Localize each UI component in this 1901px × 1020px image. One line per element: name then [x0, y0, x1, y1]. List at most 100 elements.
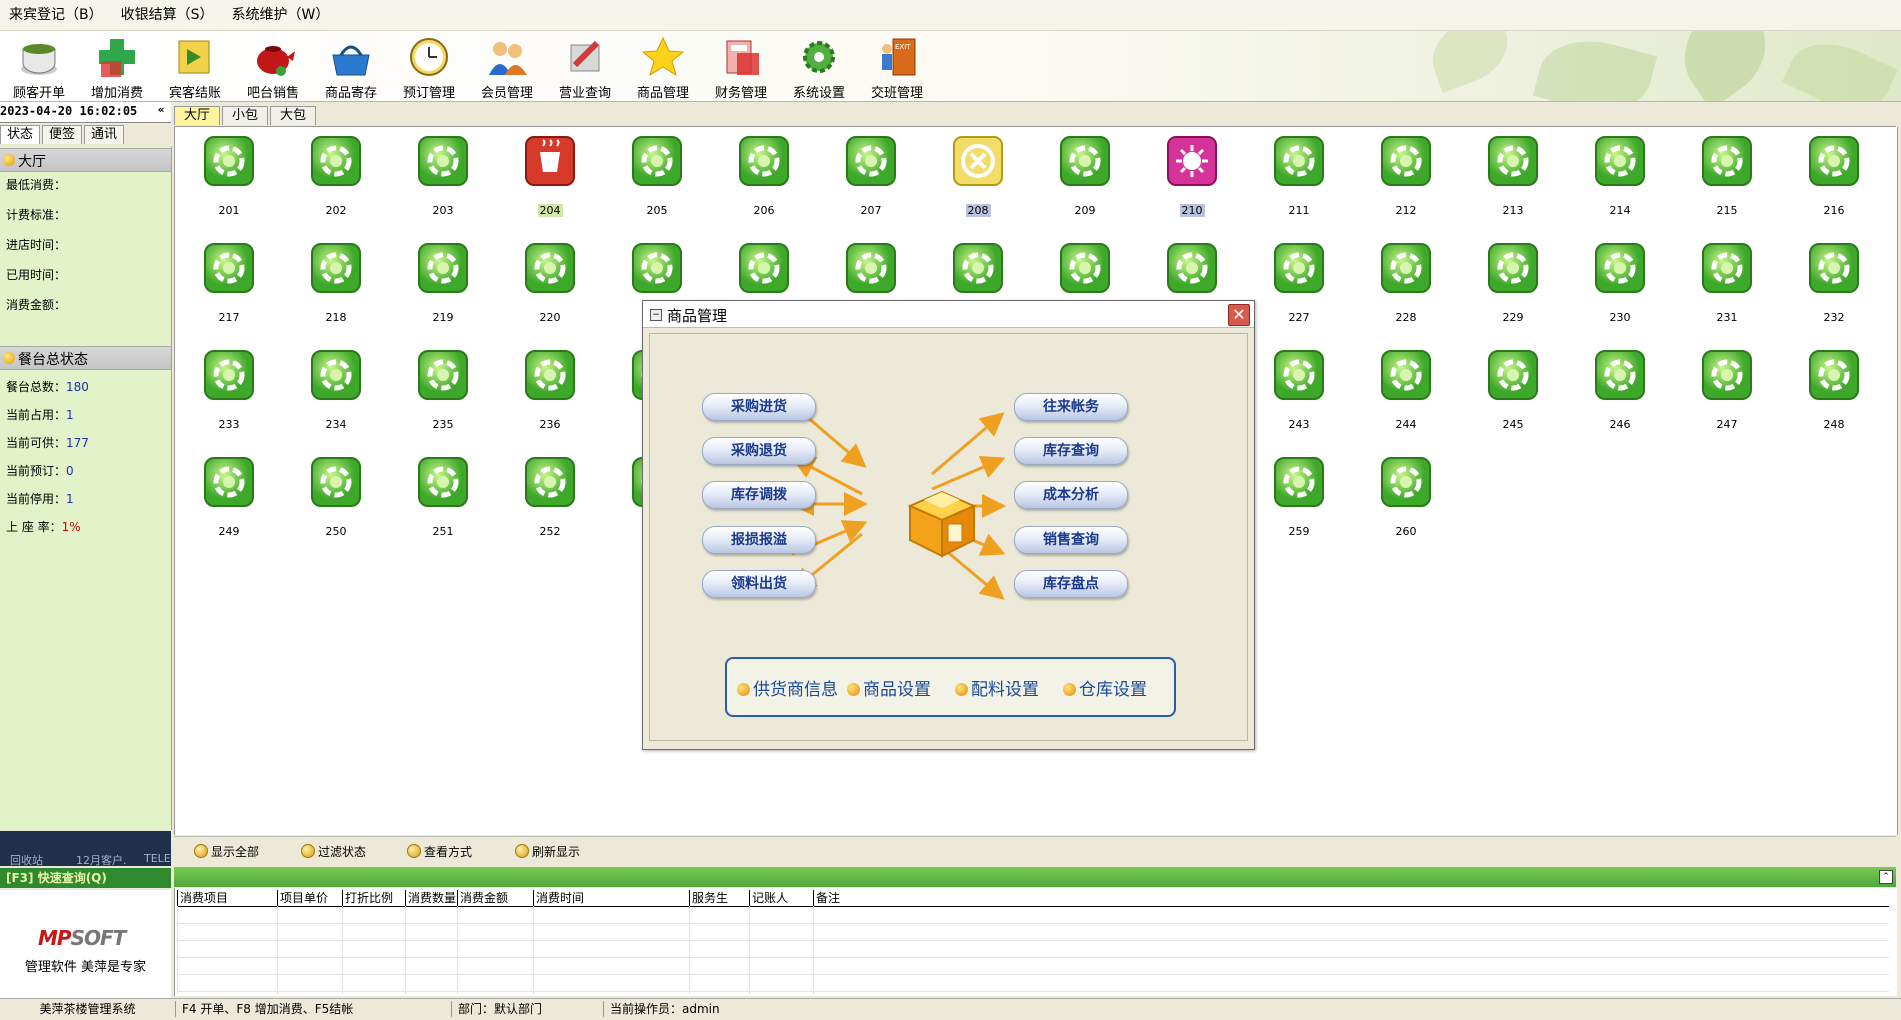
room-212[interactable]: 212 [1376, 134, 1436, 217]
view-option-button[interactable]: 刷新显示 [515, 843, 580, 860]
open-order-button[interactable]: 顾客开单 [4, 31, 74, 101]
members-button[interactable]: 会员管理 [472, 31, 542, 101]
room-250[interactable]: 250 [306, 455, 366, 538]
room-201[interactable]: 201 [199, 134, 259, 217]
room-214[interactable]: 214 [1590, 134, 1650, 217]
room-249[interactable]: 249 [199, 455, 259, 538]
column-header[interactable]: 消费项目 [177, 890, 277, 906]
column-header[interactable]: 项目单价 [277, 890, 342, 906]
room-205[interactable]: 205 [627, 134, 687, 217]
tab-notes[interactable]: 便签 [42, 125, 83, 144]
room-236[interactable]: 236 [520, 348, 580, 431]
close-icon[interactable]: ✕ [1228, 304, 1250, 326]
column-header[interactable]: 备注 [813, 890, 1889, 906]
room-203[interactable]: 203 [413, 134, 473, 217]
window-menu-icon[interactable]: − [650, 309, 662, 321]
tab-large-room[interactable]: 大包 [270, 106, 317, 125]
column-header[interactable]: 消费金额 [457, 890, 533, 906]
column-header[interactable]: 服务生 [689, 890, 749, 906]
left-action-button[interactable]: 采购退货 [702, 437, 816, 465]
right-action-button[interactable]: 成本分析 [1014, 481, 1128, 509]
room-215[interactable]: 215 [1697, 134, 1757, 217]
room-246[interactable]: 246 [1590, 348, 1650, 431]
room-210[interactable]: 210 [1162, 134, 1222, 217]
view-option-button[interactable]: 显示全部 [194, 843, 259, 860]
settings-link[interactable]: 仓库设置 [1063, 675, 1147, 700]
left-action-button[interactable]: 库存调拨 [702, 481, 816, 509]
column-header[interactable]: 打折比例 [342, 890, 405, 906]
guest-checkout-button[interactable]: 宾客结账 [160, 31, 230, 101]
shift-button[interactable]: EXIT 交班管理 [862, 31, 932, 101]
business-query-button[interactable]: 营业查询 [550, 31, 620, 101]
room-244[interactable]: 244 [1376, 348, 1436, 431]
add-consumption-button[interactable]: 增加消费 [82, 31, 152, 101]
menu-guest-register[interactable]: 来宾登记（B） [0, 0, 112, 30]
room-220[interactable]: 220 [520, 241, 580, 324]
settings-link[interactable]: 商品设置 [847, 675, 931, 700]
room-229[interactable]: 229 [1483, 241, 1543, 324]
room-217[interactable]: 217 [199, 241, 259, 324]
hall-field-label: 最低消费： [6, 178, 67, 192]
left-action-button[interactable]: 采购进货 [702, 393, 816, 421]
room-202[interactable]: 202 [306, 134, 366, 217]
settings-button[interactable]: 系统设置 [784, 31, 854, 101]
left-action-button[interactable]: 领料出货 [702, 570, 816, 598]
bar-sales-button[interactable]: 吧台销售 [238, 31, 308, 101]
room-218[interactable]: 218 [306, 241, 366, 324]
room-260[interactable]: 260 [1376, 455, 1436, 538]
room-227[interactable]: 227 [1269, 241, 1329, 324]
room-232[interactable]: 232 [1804, 241, 1864, 324]
room-247[interactable]: 247 [1697, 348, 1757, 431]
tab-hall[interactable]: 大厅 [174, 106, 221, 125]
room-231[interactable]: 231 [1697, 241, 1757, 324]
room-235[interactable]: 235 [413, 348, 473, 431]
room-233[interactable]: 233 [199, 348, 259, 431]
room-259[interactable]: 259 [1269, 455, 1329, 538]
expand-up-icon[interactable]: ⌃ [1879, 870, 1893, 884]
column-header[interactable]: 消费时间 [533, 890, 689, 906]
menu-checkout[interactable]: 收银结算（S） [112, 0, 223, 30]
menu-maintenance[interactable]: 系统维护（W） [223, 0, 339, 30]
room-251[interactable]: 251 [413, 455, 473, 538]
room-230[interactable]: 230 [1590, 241, 1650, 324]
room-243[interactable]: 243 [1269, 348, 1329, 431]
tab-status[interactable]: 状态 [0, 125, 41, 144]
left-action-button[interactable]: 报损报溢 [702, 526, 816, 554]
room-211[interactable]: 211 [1269, 134, 1329, 217]
room-234[interactable]: 234 [306, 348, 366, 431]
right-action-button[interactable]: 库存查询 [1014, 437, 1128, 465]
room-228[interactable]: 228 [1376, 241, 1436, 324]
settings-link[interactable]: 供货商信息 [737, 675, 838, 700]
room-209[interactable]: 209 [1055, 134, 1115, 217]
room-219[interactable]: 219 [413, 241, 473, 324]
tab-messages[interactable]: 通讯 [84, 125, 125, 144]
room-245[interactable]: 245 [1483, 348, 1543, 431]
column-header[interactable]: 消费数量 [405, 890, 457, 906]
svg-text:EXIT: EXIT [895, 43, 911, 51]
right-action-button[interactable]: 销售查询 [1014, 526, 1128, 554]
goods-storage-button[interactable]: 商品寄存 [316, 31, 386, 101]
room-216[interactable]: 216 [1804, 134, 1864, 217]
collapse-panel-button[interactable]: « [154, 103, 168, 117]
radio-bullet-icon [194, 844, 208, 858]
room-248[interactable]: 248 [1804, 348, 1864, 431]
tab-small-room[interactable]: 小包 [222, 106, 269, 125]
summary-section-header: 餐台总状态 [0, 346, 171, 370]
right-action-button[interactable]: 库存盘点 [1014, 570, 1128, 598]
room-252[interactable]: 252 [520, 455, 580, 538]
view-option-button[interactable]: 查看方式 [407, 843, 472, 860]
settings-link[interactable]: 配料设置 [955, 675, 1039, 700]
room-213[interactable]: 213 [1483, 134, 1543, 217]
booking-button[interactable]: 预订管理 [394, 31, 464, 101]
column-header[interactable]: 记账人 [749, 890, 813, 906]
view-option-button[interactable]: 过滤状态 [301, 843, 366, 860]
room-208[interactable]: 208 [948, 134, 1008, 217]
goods-management-button[interactable]: 商品管理 [628, 31, 698, 101]
room-204[interactable]: 204 [520, 134, 580, 217]
right-action-button[interactable]: 往来帐务 [1014, 393, 1128, 421]
finance-button[interactable]: 财务管理 [706, 31, 776, 101]
room-206[interactable]: 206 [734, 134, 794, 217]
table-free-icon [1060, 136, 1110, 186]
room-207[interactable]: 207 [841, 134, 901, 217]
quick-search-button[interactable]: [F3] 快速查询(Q) [0, 868, 171, 888]
